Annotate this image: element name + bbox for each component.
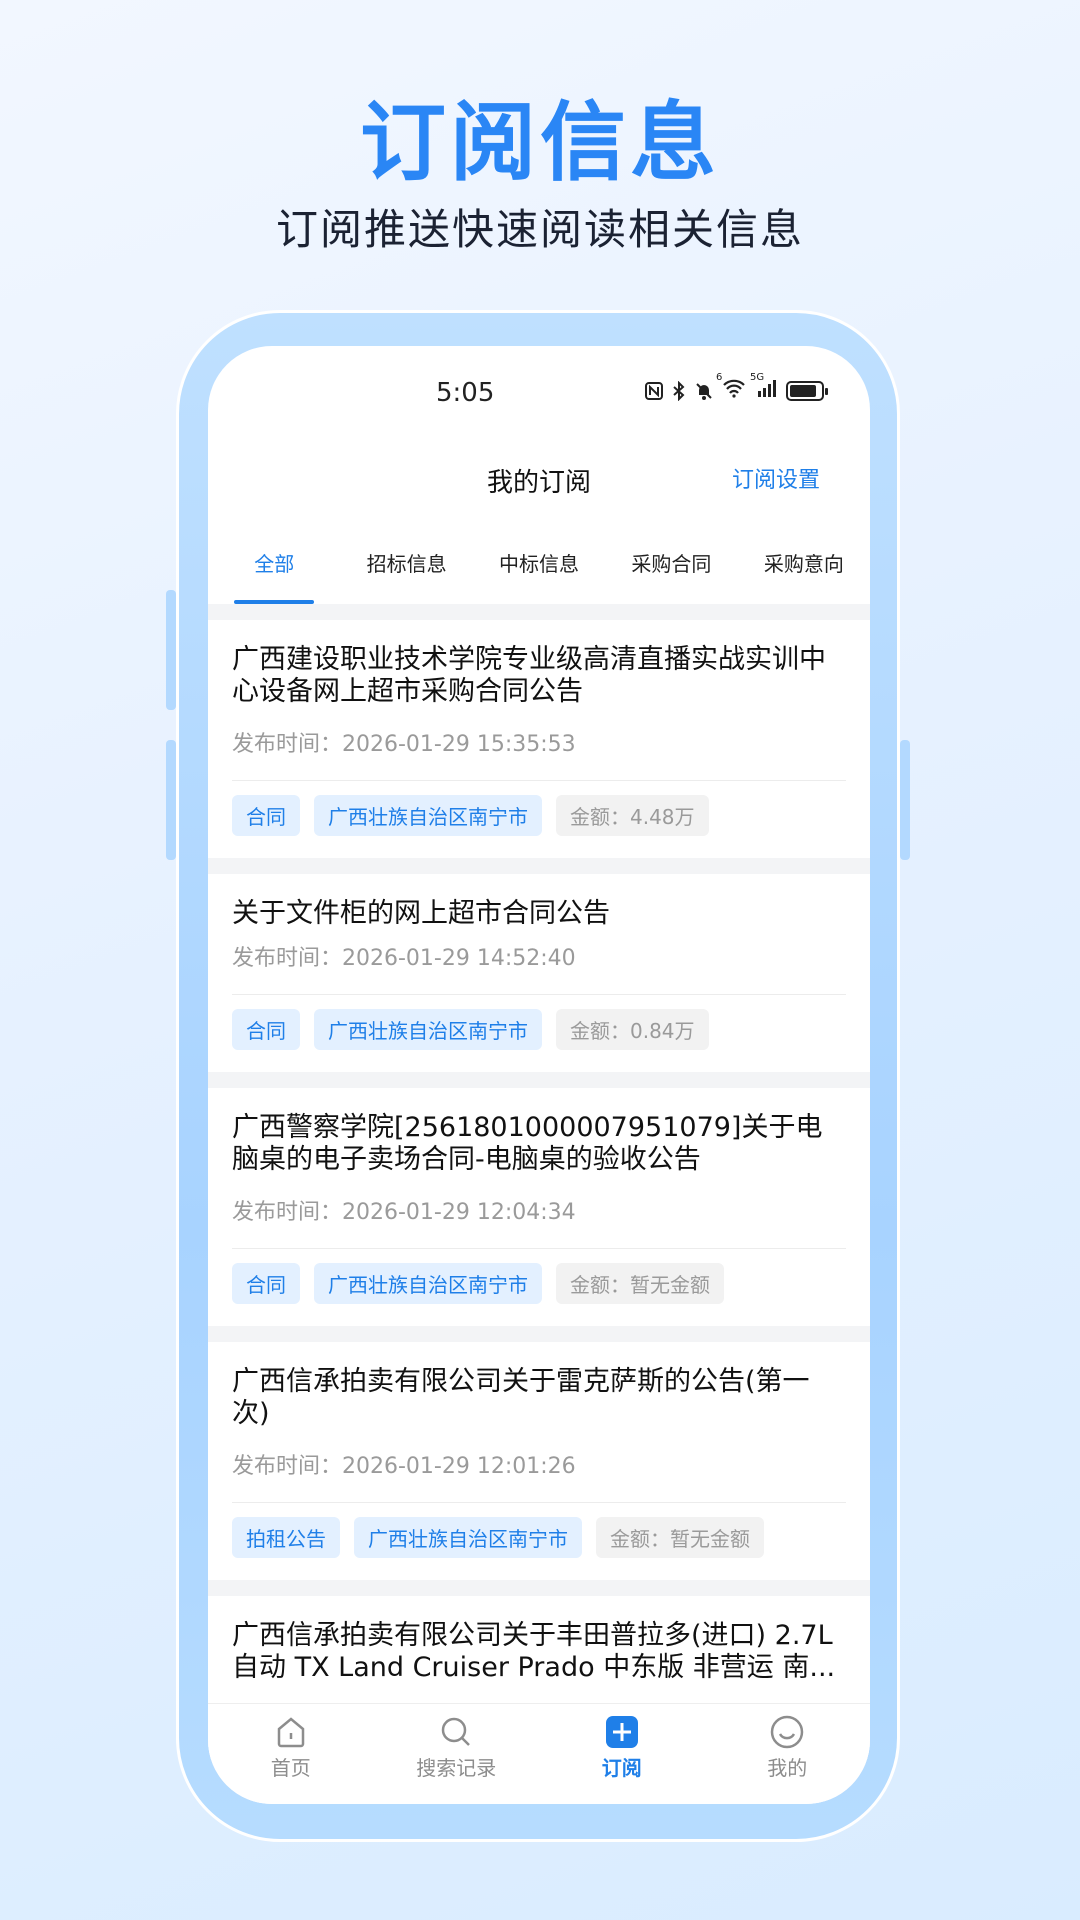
item-title-line-1: 广西信承拍卖有限公司关于丰田普拉多(进口) 2.7L <box>232 1620 833 1651</box>
subscription-settings-button[interactable]: 订阅设置 <box>732 462 820 494</box>
item-publish-time: 发布时间：2026-01-29 12:04:34 <box>232 1200 576 1225</box>
type-tag: 合同 <box>232 1009 300 1050</box>
item-tags: 合同 广西壮族自治区南宁市 金额：暂无金额 <box>232 1263 846 1304</box>
plus-icon <box>605 1716 638 1748</box>
amount-tag: 金额：暂无金额 <box>556 1263 724 1304</box>
item-title: 广西建设职业技术学院专业级高清直播实战实训中心设备网上超市采购合同公告 <box>232 644 826 707</box>
home-icon <box>277 1717 304 1748</box>
tab-award-info[interactable]: 中标信息 <box>473 526 605 604</box>
tabbar-subscribe[interactable]: 订阅 <box>539 1704 705 1804</box>
bluetooth-icon <box>673 380 685 401</box>
tabbar-profile[interactable]: 我的 <box>705 1704 871 1804</box>
promo-subtitle: 订阅推送快速阅读相关信息 <box>275 205 804 254</box>
tabbar-search-history[interactable]: 搜索记录 <box>374 1704 540 1804</box>
region-tag: 广西壮族自治区南宁市 <box>354 1517 582 1558</box>
promo-title: 订阅信息 <box>360 93 720 193</box>
item-publish-time: 发布时间：2026-01-29 14:52:40 <box>232 946 576 971</box>
tab-all[interactable]: 全部 <box>208 526 340 604</box>
bottom-tab-bar: 首页 搜索记录 订阅 我的 <box>208 1703 870 1804</box>
amount-tag: 金额：4.48万 <box>556 795 709 836</box>
amount-tag: 金额：0.84万 <box>556 1009 709 1050</box>
search-icon <box>442 1717 471 1746</box>
item-title-line-2: 自动 TX Land Cruiser Prado 中东版 非营运 南... <box>232 1652 836 1683</box>
item-title: 广西警察学院[2561801000007951079]关于电脑桌的电子卖场合同-… <box>232 1112 823 1175</box>
tab-purchase-intent[interactable]: 采购意向 <box>738 526 870 604</box>
tabbar-profile-label: 我的 <box>767 1756 808 1780</box>
category-tabs: 全部 招标信息 中标信息 采购合同 采购意向 <box>208 526 870 604</box>
divider <box>232 994 846 995</box>
tabbar-home[interactable]: 首页 <box>208 1704 374 1804</box>
profile-icon <box>771 1715 804 1749</box>
region-tag: 广西壮族自治区南宁市 <box>314 1263 542 1304</box>
status-bar: 5:05 6 5G <box>208 346 870 442</box>
item-tags: 拍租公告 广西壮族自治区南宁市 金额：暂无金额 <box>232 1517 846 1558</box>
list-item[interactable]: 广西信承拍卖有限公司关于雷克萨斯的公告(第一次) 发布时间：2026-01-29… <box>208 1342 870 1580</box>
item-title: 广西信承拍卖有限公司关于丰田普拉多(进口) 2.7L 自动 TX Land Cr… <box>232 1620 846 1684</box>
wifi-label: 6 <box>716 372 723 383</box>
tab-bidding-info[interactable]: 招标信息 <box>340 526 472 604</box>
item-publish-time: 发布时间：2026-01-29 12:01:26 <box>232 1454 576 1479</box>
subscription-list: 广西建设职业技术学院专业级高清直播实战实训中心设备网上超市采购合同公告 发布时间… <box>208 604 870 1804</box>
item-publish-time: 发布时间：2026-01-29 15:35:53 <box>232 732 576 757</box>
tab-purchase-contract[interactable]: 采购合同 <box>605 526 737 604</box>
item-title: 关于文件柜的网上超市合同公告 <box>232 898 610 929</box>
phone-side-button-right <box>900 740 910 860</box>
type-tag: 拍租公告 <box>232 1517 340 1558</box>
region-tag: 广西壮族自治区南宁市 <box>314 795 542 836</box>
phone-screen: 5:05 6 5G 我的订阅 订阅设置 全部 招标信息 中标信息 采购合同 采购… <box>208 346 870 1804</box>
type-tag: 合同 <box>232 1263 300 1304</box>
phone-side-button-left-lower <box>166 740 176 860</box>
battery-icon <box>786 380 828 401</box>
region-tag: 广西壮族自治区南宁市 <box>314 1009 542 1050</box>
divider <box>232 1502 846 1503</box>
tabbar-home-label: 首页 <box>270 1756 311 1780</box>
mute-icon <box>696 382 712 400</box>
list-item[interactable]: 广西建设职业技术学院专业级高清直播实战实训中心设备网上超市采购合同公告 发布时间… <box>208 620 870 858</box>
divider <box>232 780 846 781</box>
phone-side-button-left-upper <box>166 590 176 710</box>
status-time: 5:05 <box>436 378 495 408</box>
list-item[interactable]: 广西警察学院[2561801000007951079]关于电脑桌的电子卖场合同-… <box>208 1088 870 1326</box>
list-item[interactable]: 关于文件柜的网上超市合同公告 发布时间：2026-01-29 14:52:40 … <box>208 874 870 1072</box>
item-tags: 合同 广西壮族自治区南宁市 金额：0.84万 <box>232 1009 846 1050</box>
wifi-icon <box>723 379 745 398</box>
nfc-icon <box>645 381 663 400</box>
amount-tag: 金额：暂无金额 <box>596 1517 764 1558</box>
status-icons: 6 5G <box>644 372 828 403</box>
divider <box>232 1248 846 1249</box>
type-tag: 合同 <box>232 795 300 836</box>
item-title: 广西信承拍卖有限公司关于雷克萨斯的公告(第一次) <box>232 1366 810 1429</box>
list-item[interactable]: 广西信承拍卖有限公司关于丰田普拉多(进口) 2.7L 自动 TX Land Cr… <box>208 1596 870 1706</box>
tabbar-subscribe-label: 订阅 <box>601 1756 642 1780</box>
tabbar-search-label: 搜索记录 <box>416 1756 497 1780</box>
item-tags: 合同 广西壮族自治区南宁市 金额：4.48万 <box>232 795 846 836</box>
5g-label: 5G <box>750 372 765 383</box>
